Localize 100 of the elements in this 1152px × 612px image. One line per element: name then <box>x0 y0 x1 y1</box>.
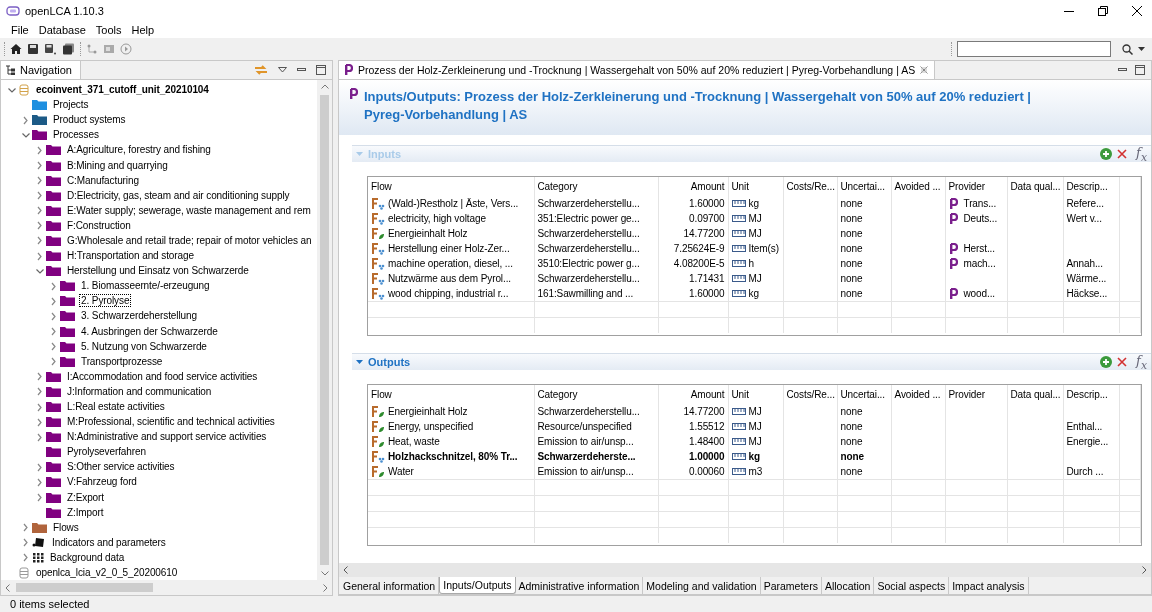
editor-page-tab[interactable]: General information <box>340 577 440 594</box>
expand-chevron-icon[interactable] <box>35 401 45 412</box>
expand-chevron-icon[interactable] <box>35 416 45 427</box>
expand-chevron-icon[interactable] <box>35 160 45 170</box>
editor-tab[interactable]: Prozess der Holz-Zerkleinerung und -Trocknung | Wassergehalt von 50% auf 20% reduziert | Pyreg-Vorbehandlung | AS <box>339 61 936 79</box>
menu-item[interactable]: Database <box>33 24 91 36</box>
scroll-down-icon[interactable] <box>320 571 329 576</box>
column-header[interactable]: Flow <box>368 177 534 196</box>
scroll-up-icon[interactable] <box>320 84 329 89</box>
add-icon[interactable] <box>1100 148 1113 160</box>
flow-chart-icon[interactable] <box>86 43 98 55</box>
tree-item-label[interactable]: Processes <box>51 128 101 142</box>
tree-item-label[interactable]: S:Other service activities <box>65 460 177 474</box>
expand-chevron-icon[interactable] <box>35 144 45 155</box>
expand-chevron-icon[interactable] <box>49 310 59 321</box>
horizontal-scrollbar[interactable] <box>1 580 332 595</box>
column-header[interactable]: Unit <box>728 177 783 196</box>
expand-chevron-icon[interactable] <box>49 295 59 306</box>
add-icon[interactable] <box>1100 356 1113 368</box>
navigation-tab[interactable]: Navigation <box>1 61 81 79</box>
tree-item-label[interactable]: 5. Nutzung von Schwarzerde <box>79 339 209 353</box>
expand-chevron-icon[interactable] <box>21 522 31 533</box>
export-icon[interactable] <box>103 43 115 55</box>
tree-item-label[interactable]: D:Electricity, gas, steam and air conditioning supply <box>65 188 292 202</box>
expand-chevron-icon[interactable] <box>35 461 45 472</box>
expand-chevron-icon[interactable] <box>49 356 59 367</box>
section-title[interactable]: Outputs <box>368 356 411 368</box>
tree-item-label[interactable]: J:Information and communication <box>65 384 214 398</box>
expand-chevron-icon[interactable] <box>49 280 59 291</box>
tree-item-label[interactable]: Z:Export <box>65 490 106 504</box>
delete-icon[interactable] <box>1117 149 1128 159</box>
restore-icon[interactable] <box>1098 6 1108 16</box>
column-header[interactable]: Amount <box>658 385 728 404</box>
column-header[interactable]: Descrip... <box>1063 177 1119 196</box>
expand-chevron-icon[interactable] <box>35 235 45 246</box>
tree-item-label[interactable]: I:Accommodation and food service activities <box>65 369 260 383</box>
tree-item-label[interactable]: 1. Biomasseernte/-erzeugung <box>79 279 212 293</box>
horizontal-scrollbar[interactable] <box>339 563 1151 577</box>
tree-item-label[interactable]: Indicators and parameters <box>50 535 168 549</box>
scroll-right-icon[interactable] <box>1142 566 1147 574</box>
expand-chevron-icon[interactable] <box>35 386 45 397</box>
dropdown-icon[interactable] <box>1138 46 1145 52</box>
menu-item[interactable]: File <box>6 24 34 36</box>
tree-item-label[interactable]: openlca_lcia_v2_0_5_20200610 <box>34 566 180 580</box>
formula-button[interactable]: f$_{x}$ <box>1136 144 1147 164</box>
column-header[interactable]: Flow <box>368 385 534 404</box>
run-icon[interactable] <box>120 43 132 55</box>
scrollbar-thumb[interactable] <box>16 583 153 592</box>
expand-chevron-icon[interactable] <box>35 371 45 382</box>
column-header[interactable]: Provider <box>945 177 1007 196</box>
menu-item[interactable]: Tools <box>90 24 127 36</box>
column-header[interactable]: Uncertai... <box>837 177 891 196</box>
tree-item-label[interactable]: Pyrolyseverfahren <box>65 445 148 459</box>
tree-item-label[interactable]: Product systems <box>51 113 128 127</box>
tree-item-label[interactable]: Herstellung und Einsatz von Schwarzerde <box>65 264 251 278</box>
tree-item-label[interactable]: Projects <box>51 98 91 112</box>
delete-icon[interactable] <box>1117 357 1128 367</box>
maximize-icon[interactable] <box>1135 65 1145 75</box>
editor-page-tab[interactable]: Inputs/Outputs <box>439 577 516 594</box>
expand-chevron-icon[interactable] <box>21 114 31 125</box>
tree-item-label[interactable]: N:Administrative and support service activities <box>65 430 269 444</box>
column-header[interactable]: Descrip... <box>1063 385 1119 404</box>
tree-item-label[interactable]: M:Professional, scientific and technical activities <box>65 415 277 429</box>
tree-item-label[interactable]: L:Real estate activities <box>65 400 167 413</box>
vertical-scrollbar[interactable] <box>317 80 332 580</box>
column-header[interactable]: Category <box>534 385 658 404</box>
tree-item-label[interactable]: Background data <box>48 550 127 564</box>
tree-item-label[interactable]: Z:Import <box>65 505 106 519</box>
navigation-tab-label[interactable]: Navigation <box>20 64 72 76</box>
tree-item-label[interactable]: Transportprozesse <box>79 354 165 368</box>
scroll-left-icon[interactable] <box>343 566 348 574</box>
home-icon[interactable] <box>10 43 22 55</box>
expand-chevron-icon[interactable] <box>35 431 45 442</box>
expand-chevron-icon[interactable] <box>35 250 45 261</box>
formula-button[interactable]: f$_{x}$ <box>1136 352 1147 372</box>
search-field[interactable] <box>957 41 1111 57</box>
column-header[interactable]: Avoided ... <box>891 177 945 196</box>
column-header[interactable]: Uncertai... <box>837 385 891 404</box>
column-header[interactable]: Data qual... <box>1007 177 1063 196</box>
save-as-icon[interactable] <box>44 43 57 55</box>
scroll-right-icon[interactable] <box>323 583 328 592</box>
column-header[interactable]: Costs/Re... <box>783 177 837 196</box>
collapse-triangle-icon[interactable] <box>356 359 363 365</box>
tree-item-label[interactable]: B:Mining and quarrying <box>65 158 170 172</box>
close-icon[interactable] <box>1132 6 1142 16</box>
column-header[interactable]: Avoided ... <box>891 385 945 404</box>
column-header[interactable]: Category <box>534 177 658 196</box>
tree-item-label[interactable]: E:Water supply; sewerage, waste management and rem <box>65 203 313 217</box>
tree-item-label[interactable]: 2. Pyrolyse <box>79 294 132 308</box>
column-header[interactable]: Provider <box>945 385 1007 404</box>
search-icon[interactable] <box>1122 43 1133 55</box>
minimize-icon[interactable] <box>1118 68 1127 72</box>
expand-chevron-icon[interactable] <box>35 205 45 216</box>
tree-item-label[interactable]: H:Transportation and storage <box>65 249 196 263</box>
tree-item-label[interactable]: 3. Schwarzerdeherstellung <box>79 309 199 323</box>
menu-item[interactable]: Help <box>126 24 160 36</box>
minimize-icon[interactable] <box>297 68 306 72</box>
expand-chevron-icon[interactable] <box>35 477 45 487</box>
expand-chevron-icon[interactable] <box>21 552 31 563</box>
scrollbar-thumb[interactable] <box>320 95 329 565</box>
